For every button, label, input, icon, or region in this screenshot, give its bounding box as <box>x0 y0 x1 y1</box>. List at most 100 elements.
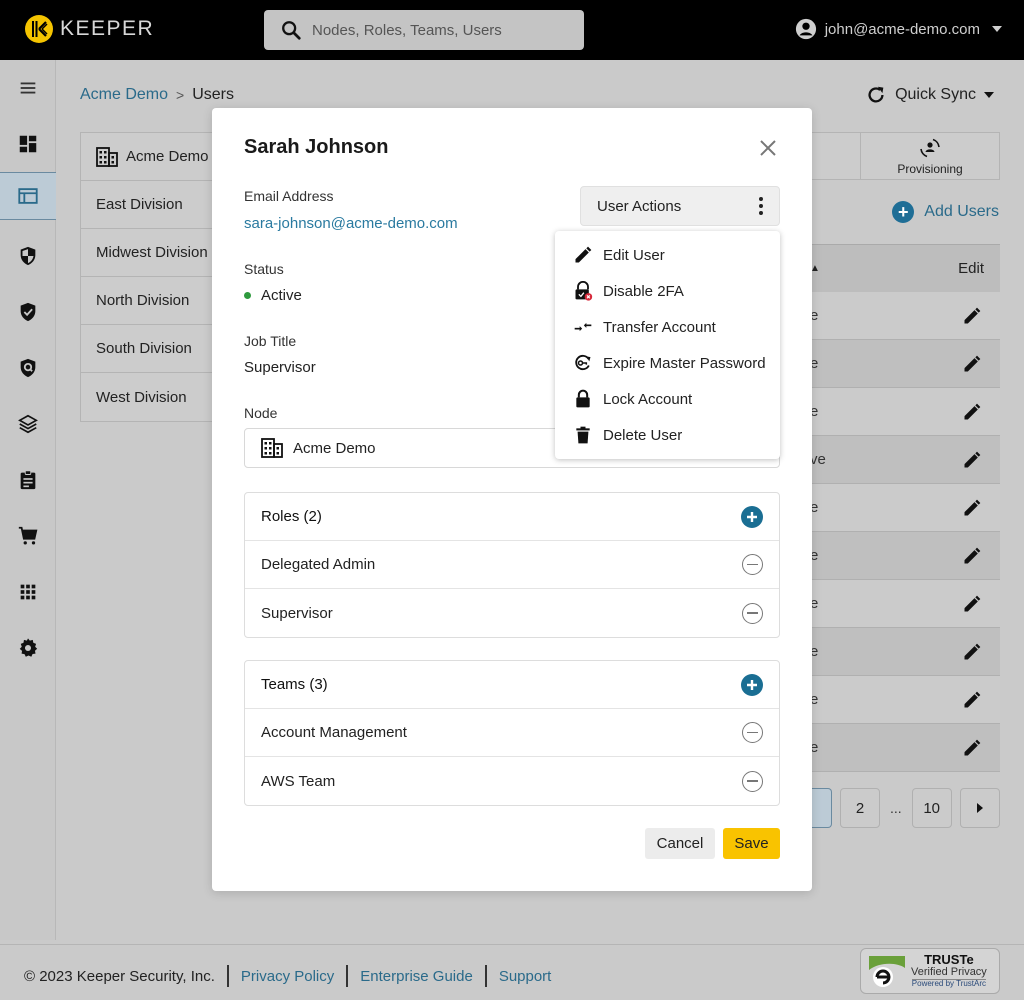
remove-team-button[interactable] <box>742 722 763 743</box>
divider <box>346 965 349 987</box>
truste-badge[interactable]: TRUSTe Verified Privacy Powered by Trust… <box>860 948 1000 994</box>
remove-team-button[interactable] <box>742 770 763 792</box>
table-body: e e e ve e e e e e e <box>800 292 1000 772</box>
menu-item-label: Disable 2FA <box>603 282 684 300</box>
pencil-icon[interactable] <box>962 546 982 566</box>
rail-item-settings[interactable] <box>0 624 56 672</box>
node-tree-item[interactable]: East Division <box>81 181 219 229</box>
user-actions-button[interactable]: User Actions <box>580 186 780 226</box>
table-row[interactable]: e <box>800 388 1000 436</box>
rail-item-admin[interactable] <box>0 172 56 220</box>
node-tree-item[interactable]: North Division <box>81 277 219 325</box>
close-icon[interactable] <box>758 138 778 158</box>
email-label: Email Address <box>244 188 334 204</box>
tab-provisioning-label: Provisioning <box>897 162 963 176</box>
rail-menu-toggle[interactable] <box>0 64 56 112</box>
pencil-icon[interactable] <box>962 690 982 710</box>
pencil-icon[interactable] <box>962 594 982 614</box>
node-tree-item[interactable]: Midwest Division <box>81 229 219 277</box>
rail-item-integrations[interactable] <box>0 400 56 448</box>
team-row: Account Management <box>245 709 779 757</box>
user-detail-modal: Sarah Johnson Email Address sara-johnson… <box>212 108 812 891</box>
page-button[interactable]: 10 <box>911 788 952 828</box>
rail-item-reports[interactable] <box>0 456 56 504</box>
table-row[interactable]: e <box>800 340 1000 388</box>
caret-down-icon <box>984 92 994 98</box>
menu-item-label: Expire Master Password <box>603 354 766 372</box>
breadcrumb-root-link[interactable]: Acme Demo <box>80 86 168 104</box>
menu-item-disable-2fa[interactable]: Disable 2FA <box>555 273 780 309</box>
rail-item-compliance[interactable] <box>0 288 56 336</box>
search-icon <box>282 21 301 40</box>
minus-icon <box>747 780 758 782</box>
account-circle-icon <box>795 18 816 40</box>
security-shield-icon <box>20 246 36 266</box>
table-row[interactable]: e <box>800 580 1000 628</box>
node-tree-item[interactable]: South Division <box>81 325 219 373</box>
next-page-button[interactable] <box>959 788 1000 828</box>
pencil-icon[interactable] <box>962 498 982 518</box>
add-role-button[interactable] <box>741 505 763 528</box>
menu-item-transfer-account[interactable]: Transfer Account <box>555 309 780 345</box>
tab-provisioning[interactable]: Provisioning <box>860 132 1000 180</box>
support-link[interactable]: Support <box>499 968 552 985</box>
breadcrumb-separator: > <box>176 87 185 103</box>
teams-title: Teams (3) <box>261 676 328 693</box>
account-menu[interactable]: john@acme-demo.com <box>795 18 1002 40</box>
page-button[interactable]: 2 <box>840 788 880 828</box>
rail-item-breachwatch[interactable] <box>0 344 56 392</box>
account-email: john@acme-demo.com <box>824 20 980 38</box>
pencil-icon[interactable] <box>962 354 982 374</box>
rail-item-apps[interactable] <box>0 568 56 616</box>
email-value[interactable]: sara-johnson@acme-demo.com <box>244 215 458 232</box>
pencil-icon[interactable] <box>962 642 982 662</box>
cancel-button[interactable]: Cancel <box>645 828 715 859</box>
node-tree-item[interactable]: Acme Demo <box>81 133 219 181</box>
menu-item-label: Edit User <box>603 246 665 264</box>
table-row[interactable]: e <box>800 724 1000 772</box>
remove-role-button[interactable] <box>742 602 763 624</box>
cart-icon <box>18 526 38 545</box>
menu-item-delete-user[interactable]: Delete User <box>555 417 780 453</box>
quick-sync-button[interactable]: Quick Sync <box>865 84 994 106</box>
rail-item-dashboard[interactable] <box>0 120 56 168</box>
search-input[interactable] <box>312 21 572 39</box>
caret-right-icon <box>976 803 983 813</box>
table-row[interactable]: e <box>800 628 1000 676</box>
rail-item-security[interactable] <box>0 232 56 280</box>
table-row[interactable]: e <box>800 292 1000 340</box>
pencil-icon[interactable] <box>962 402 982 422</box>
admin-console-icon <box>18 188 38 204</box>
breadcrumb-current: Users <box>192 86 234 103</box>
privacy-policy-link[interactable]: Privacy Policy <box>241 968 334 985</box>
footer-links: © 2023 Keeper Security, Inc. Privacy Pol… <box>24 965 551 987</box>
pencil-icon[interactable] <box>962 306 982 326</box>
global-search[interactable] <box>264 10 584 50</box>
kebab-menu-icon <box>759 197 763 215</box>
pencil-icon[interactable] <box>962 738 982 758</box>
save-button[interactable]: Save <box>723 828 780 859</box>
table-header: ▲ Edit <box>800 244 1000 292</box>
node-tree-item[interactable]: West Division <box>81 373 219 421</box>
table-row[interactable]: e <box>800 484 1000 532</box>
menu-item-lock-account[interactable]: Lock Account <box>555 381 780 417</box>
table-row[interactable]: e <box>800 676 1000 724</box>
trash-icon <box>576 426 590 444</box>
tab-partial[interactable] <box>810 132 860 180</box>
keeper-logo[interactable]: KEEPER <box>24 14 154 44</box>
rail-item-store[interactable] <box>0 512 56 560</box>
table-row[interactable]: ve <box>800 436 1000 484</box>
pencil-icon[interactable] <box>962 450 982 470</box>
role-row: Delegated Admin <box>245 541 779 589</box>
key-reset-icon <box>575 354 591 371</box>
menu-item-edit-user[interactable]: Edit User <box>555 237 780 273</box>
menu-item-expire-master-password[interactable]: Expire Master Password <box>555 345 780 381</box>
users-table: ▲ Edit e e e ve e e e e e e <box>800 244 1000 772</box>
table-row[interactable]: e <box>800 532 1000 580</box>
add-users-button[interactable]: + Add Users <box>892 201 999 223</box>
plus-icon <box>747 511 757 522</box>
remove-role-button[interactable] <box>742 554 763 575</box>
enterprise-guide-link[interactable]: Enterprise Guide <box>360 968 473 985</box>
add-team-button[interactable] <box>741 673 763 696</box>
page-ellipsis: ... <box>890 800 902 816</box>
